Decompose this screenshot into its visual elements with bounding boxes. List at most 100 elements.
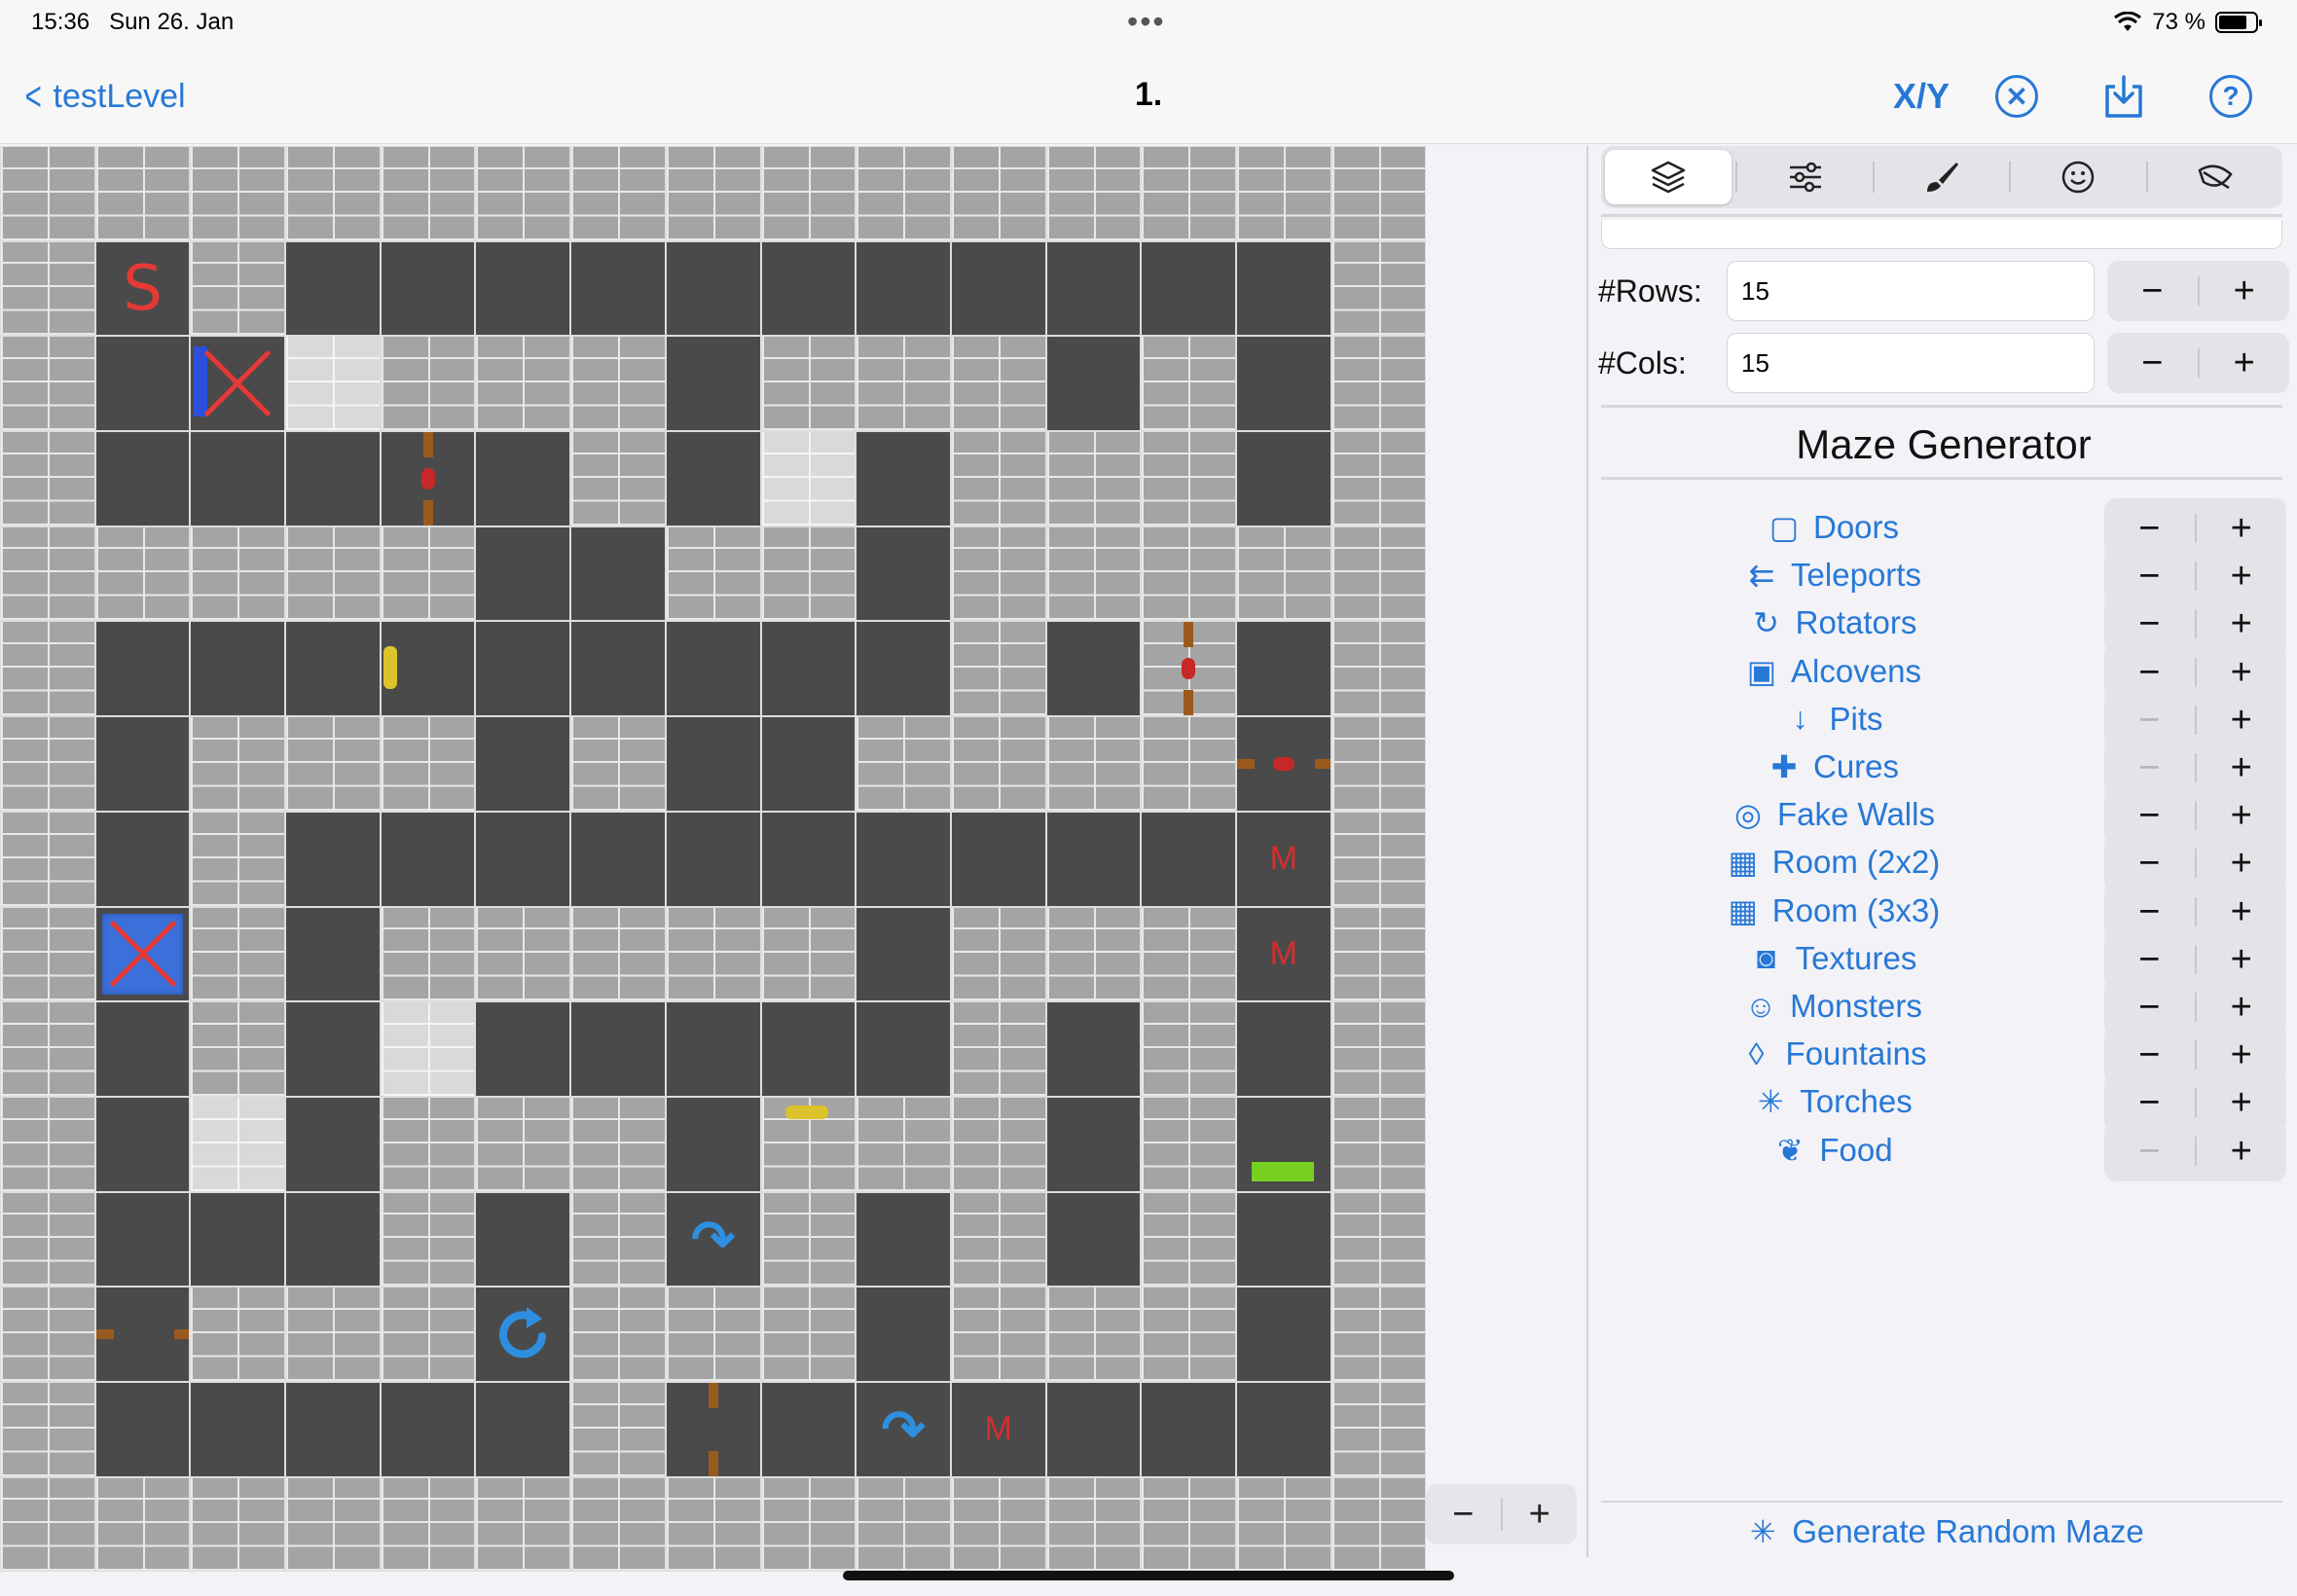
maze-wall[interactable] [1331,1191,1427,1288]
maze-wall[interactable] [1235,526,1331,622]
maze-wall[interactable] [190,240,286,337]
maze-wall[interactable] [380,336,476,432]
maze-wall[interactable] [0,336,95,432]
maze-floor[interactable] [94,1287,191,1382]
maze-wall[interactable] [0,621,95,717]
maze-floor[interactable] [1141,1381,1236,1477]
maze-floor[interactable] [856,906,951,1002]
help-button[interactable]: ? [2209,72,2252,121]
maze-wall[interactable] [950,1476,1046,1573]
maze-floor[interactable] [1045,1381,1142,1477]
maze-wall[interactable] [950,1191,1046,1288]
maze-floor[interactable] [1235,1287,1331,1382]
maze-floor[interactable] [665,431,761,526]
maze-floor[interactable] [1045,1191,1142,1288]
maze-wall[interactable] [380,1287,476,1382]
maze-wall[interactable] [950,336,1046,432]
maze-wall[interactable] [856,716,951,812]
maze-wall[interactable] [285,146,381,241]
maze-wall[interactable] [1331,1381,1427,1477]
maze-wall[interactable] [380,1476,476,1573]
maze-floor[interactable] [1235,336,1331,432]
maze-floor[interactable] [950,240,1046,337]
maze-wall[interactable] [950,431,1046,526]
maze-floor[interactable] [665,1096,761,1192]
maze-wall[interactable] [760,906,857,1002]
maze-floor[interactable] [1045,240,1142,337]
tab-food[interactable] [2152,150,2279,204]
maze-wall[interactable] [665,1476,761,1573]
maze-grid[interactable]: S M M ↷ ↷ M [0,146,1427,1573]
maze-floor[interactable] [94,431,191,526]
maze-wall[interactable] [950,621,1046,717]
maze-wall[interactable] [285,526,381,622]
maze-wall[interactable] [190,526,286,622]
maze-floor[interactable] [285,906,381,1002]
maze-wall[interactable] [570,1287,666,1382]
rows-input[interactable]: 15 [1727,261,2095,321]
maze-floor[interactable] [1235,1096,1331,1192]
maze-wall[interactable] [1331,716,1427,812]
maze-wall[interactable] [94,526,191,622]
maze-wall[interactable] [856,146,951,241]
maze-floor[interactable] [190,1191,286,1288]
maze-wall[interactable] [0,146,95,241]
maze-wall[interactable] [1331,1001,1427,1097]
zoom-in-button[interactable]: + [1503,1494,1578,1536]
maze-wall[interactable] [0,240,95,337]
maze-wall[interactable] [190,906,286,1002]
maze-wall[interactable] [760,1287,857,1382]
maze-floor[interactable] [94,906,191,1002]
maze-wall[interactable] [1235,1476,1331,1573]
maze-floor[interactable] [1235,240,1331,337]
maze-floor[interactable] [950,811,1046,907]
maze-wall[interactable] [0,1381,95,1477]
maze-floor[interactable] [760,1001,857,1097]
maze-wall[interactable] [380,526,476,622]
rows-plus-button[interactable]: + [2200,272,2290,309]
maze-wall[interactable] [665,526,761,622]
maze-wall[interactable] [1141,336,1236,432]
maze-floor[interactable]: M [1235,906,1331,1002]
maze-wall[interactable] [950,1096,1046,1192]
maze-wall[interactable] [1141,1096,1236,1192]
tab-settings[interactable] [1741,150,1868,204]
maze-wall[interactable] [1331,431,1427,526]
maze-floor[interactable] [570,240,666,337]
maze-floor[interactable]: ↷ [665,1191,761,1288]
maze-wall[interactable] [380,906,476,1002]
maze-wall[interactable] [570,1096,666,1192]
maze-wall[interactable] [760,146,857,241]
maze-floor[interactable] [380,621,476,717]
maze-floor[interactable] [285,431,381,526]
maze-wall[interactable] [1045,716,1142,812]
maze-floor[interactable] [856,1001,951,1097]
maze-wall[interactable] [0,1191,95,1288]
maze-wall[interactable] [1141,1001,1236,1097]
maze-wall[interactable] [285,716,381,812]
tab-monsters[interactable] [2015,150,2141,204]
maze-wall[interactable] [950,906,1046,1002]
maze-floor[interactable] [1235,1191,1331,1288]
maze-wall[interactable] [950,1287,1046,1382]
maze-floor[interactable] [285,621,381,717]
maze-floor[interactable] [1045,621,1142,717]
maze-floor[interactable] [665,1381,761,1477]
maze-floor[interactable] [285,1381,381,1477]
maze-wall[interactable] [1331,526,1427,622]
export-button[interactable] [2102,72,2145,121]
maze-wall[interactable] [475,336,571,432]
maze-floor[interactable] [1141,811,1236,907]
maze-wall[interactable] [1045,526,1142,622]
maze-wall[interactable] [1141,1287,1236,1382]
maze-wall[interactable] [1141,906,1236,1002]
maze-floor[interactable] [665,716,761,812]
maze-wall[interactable] [0,431,95,526]
maze-floor[interactable] [665,811,761,907]
maze-floor[interactable] [475,1287,571,1382]
maze-floor[interactable] [380,431,476,526]
maze-floor[interactable] [760,1381,857,1477]
maze-wall[interactable] [0,1001,95,1097]
maze-floor[interactable] [94,621,191,717]
maze-floor[interactable] [94,336,191,432]
